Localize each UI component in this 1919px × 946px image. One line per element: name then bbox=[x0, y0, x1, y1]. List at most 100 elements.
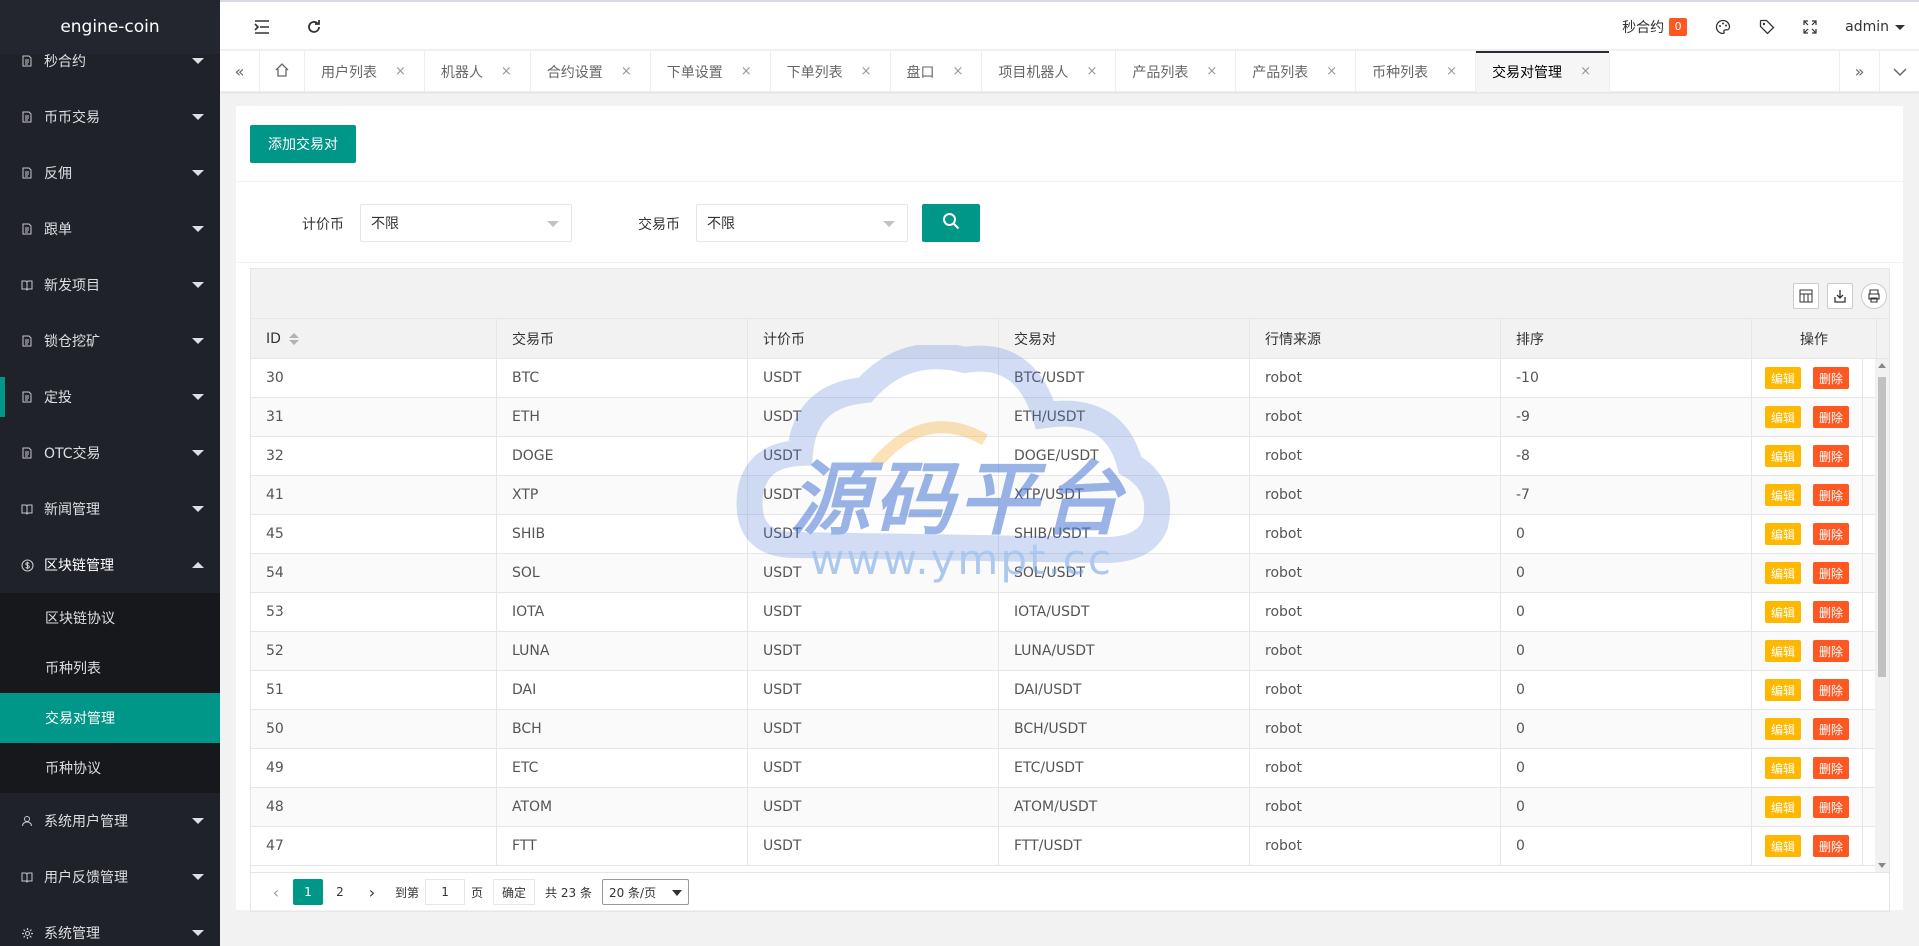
tab-5[interactable]: 盘口 × bbox=[891, 51, 983, 92]
sidebar-item-2[interactable]: 反佣 bbox=[0, 145, 220, 201]
close-icon[interactable]: × bbox=[395, 64, 406, 79]
tabs-scroll-right-icon[interactable]: » bbox=[1839, 51, 1879, 92]
edit-button[interactable]: 编辑 bbox=[1764, 445, 1801, 467]
delete-button[interactable]: 删除 bbox=[1813, 562, 1850, 584]
delete-button[interactable]: 删除 bbox=[1813, 445, 1850, 467]
tabs-scroll-left-icon[interactable]: « bbox=[220, 51, 260, 92]
search-button[interactable] bbox=[922, 204, 980, 242]
delete-button[interactable]: 删除 bbox=[1813, 835, 1850, 857]
table-body[interactable]: 30 BTC USDT BTC/USDT robot -10 编辑 删除 31 ETH USDT ET… bbox=[251, 359, 1889, 872]
fullscreen-icon[interactable] bbox=[1789, 2, 1831, 52]
edit-button[interactable]: 编辑 bbox=[1764, 796, 1801, 818]
sidebar-item-3[interactable]: 跟单 bbox=[0, 201, 220, 257]
page-1[interactable]: 1 bbox=[293, 879, 323, 905]
tab-home[interactable] bbox=[260, 51, 305, 92]
columns-filter-icon[interactable] bbox=[1793, 283, 1819, 309]
close-icon[interactable]: × bbox=[1086, 64, 1097, 79]
sidebar-item-4[interactable]: 新发项目 bbox=[0, 257, 220, 313]
add-pair-button[interactable]: 添加交易对 bbox=[250, 125, 356, 163]
close-icon[interactable]: × bbox=[1446, 64, 1457, 79]
close-icon[interactable]: × bbox=[953, 64, 964, 79]
close-icon[interactable]: × bbox=[621, 64, 632, 79]
edit-button[interactable]: 编辑 bbox=[1764, 679, 1801, 701]
tab-4[interactable]: 下单列表 × bbox=[771, 51, 891, 92]
delete-button[interactable]: 删除 bbox=[1813, 601, 1850, 623]
export-icon[interactable] bbox=[1827, 283, 1853, 309]
close-icon[interactable]: × bbox=[741, 64, 752, 79]
delete-button[interactable]: 删除 bbox=[1813, 640, 1850, 662]
edit-button[interactable]: 编辑 bbox=[1764, 757, 1801, 779]
close-icon[interactable]: × bbox=[1206, 64, 1217, 79]
page-size-select[interactable]: 20 条/页 bbox=[601, 879, 689, 905]
delete-button[interactable]: 删除 bbox=[1813, 757, 1850, 779]
sort-icon[interactable] bbox=[288, 332, 299, 345]
edit-button[interactable]: 编辑 bbox=[1764, 484, 1801, 506]
tab-8[interactable]: 产品列表 × bbox=[1236, 51, 1357, 92]
sidebar-subitem-3[interactable]: 币种协议 bbox=[0, 743, 220, 793]
goto-confirm-button[interactable]: 确定 bbox=[493, 879, 536, 905]
base-filter-select[interactable]: 不限 bbox=[696, 204, 908, 242]
delete-button[interactable]: 删除 bbox=[1813, 484, 1850, 506]
column-header-0[interactable]: ID bbox=[251, 319, 497, 358]
menu-toggle-icon[interactable] bbox=[242, 2, 282, 52]
sidebar-subitem-0[interactable]: 区块链协议 bbox=[0, 593, 220, 643]
tab-9[interactable]: 币种列表 × bbox=[1356, 51, 1477, 92]
sidebar-item-after-1[interactable]: 用户反馈管理 bbox=[0, 849, 220, 905]
sidebar-item-8[interactable]: 新闻管理 bbox=[0, 481, 220, 537]
table-scrollbar[interactable] bbox=[1875, 359, 1889, 872]
user-menu[interactable]: admin bbox=[1831, 2, 1919, 52]
tabs-menu-chevron-down-icon[interactable] bbox=[1879, 51, 1919, 92]
sidebar-item-1[interactable]: 币币交易 bbox=[0, 89, 220, 145]
sidebar-item-7[interactable]: OTC交易 bbox=[0, 425, 220, 481]
edit-button[interactable]: 编辑 bbox=[1764, 640, 1801, 662]
delete-button[interactable]: 删除 bbox=[1813, 406, 1850, 428]
tab-1[interactable]: 机器人 × bbox=[425, 51, 531, 92]
edit-button[interactable]: 编辑 bbox=[1764, 562, 1801, 584]
delete-button[interactable]: 删除 bbox=[1813, 523, 1850, 545]
scroll-down-icon[interactable] bbox=[1878, 863, 1886, 868]
sidebar-item-6[interactable]: 定投 bbox=[0, 369, 220, 425]
close-icon[interactable]: × bbox=[861, 64, 872, 79]
next-page-icon[interactable]: › bbox=[357, 879, 387, 905]
scroll-up-icon[interactable] bbox=[1878, 363, 1886, 368]
prev-page-icon[interactable]: ‹ bbox=[261, 879, 291, 905]
tag-icon[interactable] bbox=[1745, 2, 1789, 52]
close-icon[interactable]: × bbox=[1580, 64, 1591, 79]
delete-button[interactable]: 删除 bbox=[1813, 718, 1850, 740]
tab-0[interactable]: 用户列表 × bbox=[305, 51, 425, 92]
close-icon[interactable]: × bbox=[501, 64, 512, 79]
sidebar-subitem-1[interactable]: 币种列表 bbox=[0, 643, 220, 693]
tab-3[interactable]: 下单设置 × bbox=[651, 51, 771, 92]
delete-button[interactable]: 删除 bbox=[1813, 367, 1850, 389]
tab-2[interactable]: 合约设置 × bbox=[531, 51, 651, 92]
tab-7[interactable]: 产品列表 × bbox=[1116, 51, 1237, 92]
close-icon[interactable]: × bbox=[1326, 64, 1337, 79]
edit-button[interactable]: 编辑 bbox=[1764, 718, 1801, 740]
edit-button[interactable]: 编辑 bbox=[1764, 367, 1801, 389]
sidebar-item-9[interactable]: 区块链管理 bbox=[0, 537, 220, 593]
chevron-down-icon bbox=[192, 170, 204, 176]
edit-button[interactable]: 编辑 bbox=[1764, 523, 1801, 545]
tab-6[interactable]: 项目机器人 × bbox=[982, 51, 1117, 92]
app-logo[interactable]: engine-coin bbox=[0, 0, 220, 54]
sidebar-item-5[interactable]: 锁仓挖矿 bbox=[0, 313, 220, 369]
sidebar-item-after-2[interactable]: 系统管理 bbox=[0, 905, 220, 946]
refresh-icon[interactable] bbox=[294, 2, 334, 52]
delete-button[interactable]: 删除 bbox=[1813, 796, 1850, 818]
sidebar-item-after-0[interactable]: 系统用户管理 bbox=[0, 793, 220, 849]
tab-10[interactable]: 交易对管理 × bbox=[1476, 51, 1610, 92]
page-2[interactable]: 2 bbox=[325, 879, 355, 905]
edit-button[interactable]: 编辑 bbox=[1764, 406, 1801, 428]
sidebar-item-0[interactable]: 秒合约 bbox=[0, 54, 220, 89]
edit-button[interactable]: 编辑 bbox=[1764, 601, 1801, 623]
delete-button[interactable]: 删除 bbox=[1813, 679, 1850, 701]
sidebar-subitem-2[interactable]: 交易对管理 bbox=[0, 693, 220, 743]
theme-icon[interactable] bbox=[1701, 2, 1745, 52]
edit-button[interactable]: 编辑 bbox=[1764, 835, 1801, 857]
quote-filter-select[interactable]: 不限 bbox=[360, 204, 572, 242]
sidebar-menu[interactable]: 秒合约 币币交易 反佣 跟单 新发项目 锁仓挖矿 定投 OTC交易 新闻管理 区块链管理 区块链协议… bbox=[0, 54, 220, 946]
goto-page-input[interactable]: 1 bbox=[425, 879, 466, 905]
print-icon[interactable] bbox=[1861, 283, 1887, 309]
seconds-contract-notice[interactable]: 秒合约 0 bbox=[1608, 2, 1701, 52]
scrollbar-thumb[interactable] bbox=[1878, 377, 1886, 677]
